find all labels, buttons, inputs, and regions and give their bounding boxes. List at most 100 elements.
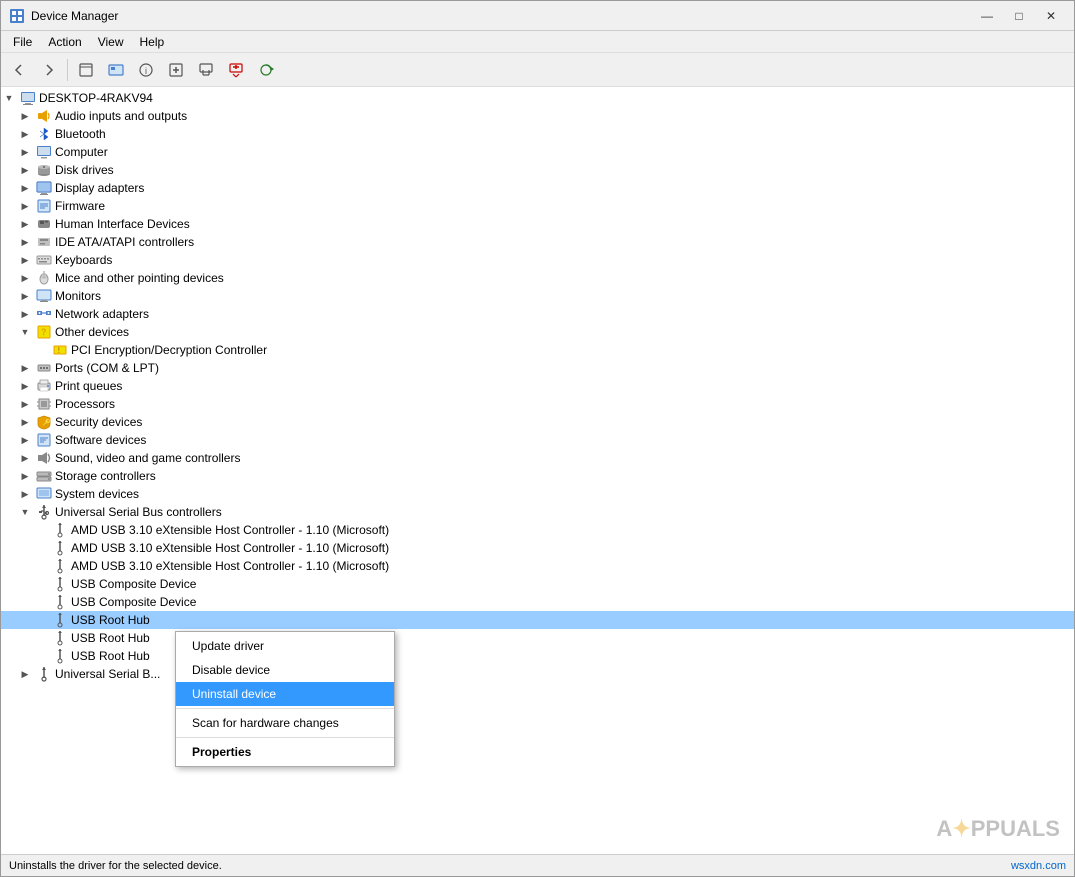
keyboard-label: Keyboards <box>55 253 112 267</box>
menu-action[interactable]: Action <box>40 33 89 51</box>
security-icon: 🔑 <box>36 414 52 430</box>
window-title: Device Manager <box>31 9 972 23</box>
tree-usb-root-1[interactable]: USB Root Hub <box>1 611 1074 629</box>
menu-file[interactable]: File <box>5 33 40 51</box>
expand-icon-processors[interactable]: ▶ <box>17 396 33 412</box>
tree-amd-usb-3[interactable]: AMD USB 3.10 eXtensible Host Controller … <box>1 557 1074 575</box>
restore-button[interactable]: □ <box>1004 6 1034 26</box>
display-label: Display adapters <box>55 181 144 195</box>
tree-software[interactable]: ▶ Software devices <box>1 431 1074 449</box>
storage-label: Storage controllers <box>55 469 156 483</box>
tree-bluetooth[interactable]: ▶ Bluetooth <box>1 125 1074 143</box>
tree-security[interactable]: ▶ 🔑 Security devices <box>1 413 1074 431</box>
ctx-separator <box>176 708 394 709</box>
expand-icon-audio[interactable]: ▶ <box>17 108 33 124</box>
tree-root[interactable]: ▼ DESKTOP-4RAKV94 <box>1 89 1074 107</box>
minimize-button[interactable]: — <box>972 6 1002 26</box>
ctx-separator-2 <box>176 737 394 738</box>
expand-icon-ide[interactable]: ▶ <box>17 234 33 250</box>
tree-hid[interactable]: ▶ Human Interface Devices <box>1 215 1074 233</box>
svg-text:i: i <box>145 66 147 76</box>
expand-icon-software[interactable]: ▶ <box>17 432 33 448</box>
tree-firmware[interactable]: ▶ Firmware <box>1 197 1074 215</box>
expand-icon-keyboard[interactable]: ▶ <box>17 252 33 268</box>
toolbar-btn-3[interactable] <box>162 56 190 84</box>
tree-print[interactable]: ▶ Print queues <box>1 377 1074 395</box>
tree-usb-root-2[interactable]: USB Root Hub <box>1 629 1074 647</box>
expand-icon-computer[interactable]: ▶ <box>17 144 33 160</box>
expand-icon-security[interactable]: ▶ <box>17 414 33 430</box>
menu-view[interactable]: View <box>90 33 132 51</box>
monitors-label: Monitors <box>55 289 101 303</box>
expand-icon-root2 <box>33 630 49 646</box>
tree-ide[interactable]: ▶ IDE ATA/ATAPI controllers <box>1 233 1074 251</box>
tree-mice[interactable]: ▶ Mice and other pointing devices <box>1 269 1074 287</box>
expand-icon-storage[interactable]: ▶ <box>17 468 33 484</box>
expand-icon-usb2[interactable]: ▶ <box>17 666 33 682</box>
tree-network[interactable]: ▶ Network adapters <box>1 305 1074 323</box>
expand-icon-system[interactable]: ▶ <box>17 486 33 502</box>
tree-pci[interactable]: ! PCI Encryption/Decryption Controller <box>1 341 1074 359</box>
expand-icon-bluetooth[interactable]: ▶ <box>17 126 33 142</box>
tree-other[interactable]: ▼ ? Other devices <box>1 323 1074 341</box>
tree-storage[interactable]: ▶ Storage controllers <box>1 467 1074 485</box>
ctx-scan-hardware[interactable]: Scan for hardware changes <box>176 711 394 735</box>
tree-display[interactable]: ▶ Display adapters <box>1 179 1074 197</box>
firmware-icon <box>36 198 52 214</box>
expand-icon-hid[interactable]: ▶ <box>17 216 33 232</box>
processors-icon <box>36 396 52 412</box>
expand-icon-usb[interactable]: ▼ <box>17 504 33 520</box>
tree-usb-controllers-2[interactable]: ▶ Universal Serial B... <box>1 665 1074 683</box>
disk-icon <box>36 162 52 178</box>
toolbar-properties[interactable]: i <box>132 56 160 84</box>
hid-label: Human Interface Devices <box>55 217 190 231</box>
expand-icon-firmware[interactable]: ▶ <box>17 198 33 214</box>
content-area: ▼ DESKTOP-4RAKV94 ▶ Audio inputs and out… <box>1 87 1074 854</box>
tree-disk[interactable]: ▶ Disk drives <box>1 161 1074 179</box>
toolbar-forward[interactable] <box>35 56 63 84</box>
other-icon: ? <box>36 324 52 340</box>
toolbar-btn-1[interactable] <box>72 56 100 84</box>
toolbar-back[interactable] <box>5 56 33 84</box>
tree-audio[interactable]: ▶ Audio inputs and outputs <box>1 107 1074 125</box>
tree-system[interactable]: ▶ System devices <box>1 485 1074 503</box>
ctx-properties[interactable]: Properties <box>176 740 394 764</box>
tree-usb-controllers[interactable]: ▼ Universal Serial Bus controllers <box>1 503 1074 521</box>
toolbar-uninstall[interactable] <box>222 56 250 84</box>
expand-icon-mice[interactable]: ▶ <box>17 270 33 286</box>
close-button[interactable]: ✕ <box>1036 6 1066 26</box>
tree-computer[interactable]: ▶ Computer <box>1 143 1074 161</box>
expand-icon-monitors[interactable]: ▶ <box>17 288 33 304</box>
ctx-update-driver[interactable]: Update driver <box>176 634 394 658</box>
expand-icon-display[interactable]: ▶ <box>17 180 33 196</box>
toolbar-btn-4[interactable] <box>192 56 220 84</box>
context-menu: Update driver Disable device Uninstall d… <box>175 631 395 767</box>
tree-keyboard[interactable]: ▶ Keyboards <box>1 251 1074 269</box>
expand-icon-network[interactable]: ▶ <box>17 306 33 322</box>
tree-monitors[interactable]: ▶ Monitors <box>1 287 1074 305</box>
expand-icon-comp1 <box>33 576 49 592</box>
expand-icon-sound[interactable]: ▶ <box>17 450 33 466</box>
tree-usb-root-3[interactable]: USB Root Hub <box>1 647 1074 665</box>
expand-icon-ports[interactable]: ▶ <box>17 360 33 376</box>
ctx-uninstall-device[interactable]: Uninstall device <box>176 682 394 706</box>
title-bar: Device Manager — □ ✕ <box>1 1 1074 31</box>
device-tree[interactable]: ▼ DESKTOP-4RAKV94 ▶ Audio inputs and out… <box>1 87 1074 854</box>
window-controls: — □ ✕ <box>972 6 1066 26</box>
expand-icon-other[interactable]: ▼ <box>17 324 33 340</box>
tree-usb-composite-2[interactable]: USB Composite Device <box>1 593 1074 611</box>
tree-sound[interactable]: ▶ Sound, video and game controllers <box>1 449 1074 467</box>
tree-amd-usb-2[interactable]: AMD USB 3.10 eXtensible Host Controller … <box>1 539 1074 557</box>
expand-icon-root[interactable]: ▼ <box>1 90 17 106</box>
toolbar-btn-2[interactable] <box>102 56 130 84</box>
tree-amd-usb-1[interactable]: AMD USB 3.10 eXtensible Host Controller … <box>1 521 1074 539</box>
tree-ports[interactable]: ▶ Ports (COM & LPT) <box>1 359 1074 377</box>
ctx-disable-device[interactable]: Disable device <box>176 658 394 682</box>
expand-icon-disk[interactable]: ▶ <box>17 162 33 178</box>
toolbar-sep-1 <box>67 59 68 81</box>
expand-icon-print[interactable]: ▶ <box>17 378 33 394</box>
toolbar-scan[interactable] <box>252 56 280 84</box>
tree-processors[interactable]: ▶ Processors <box>1 395 1074 413</box>
menu-help[interactable]: Help <box>132 33 173 51</box>
tree-usb-composite-1[interactable]: USB Composite Device <box>1 575 1074 593</box>
